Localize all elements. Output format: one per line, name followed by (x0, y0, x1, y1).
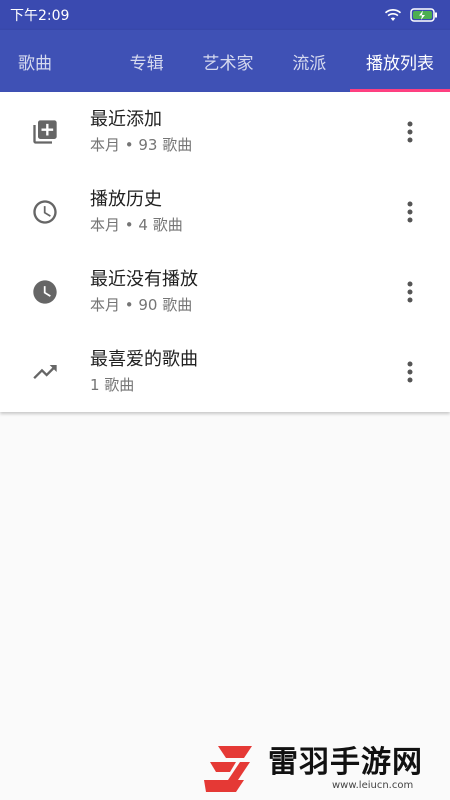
watermark-url: www.leiucn.com (332, 779, 414, 791)
list-item[interactable]: 最近没有播放 本月 • 90 歌曲 (0, 252, 450, 332)
tab-playlists[interactable]: 播放列表 (349, 30, 450, 92)
list-item[interactable]: 播放历史 本月 • 4 歌曲 (0, 172, 450, 252)
tab-genres[interactable]: 流派 (269, 30, 350, 92)
playlist-subtitle: 本月 • 4 歌曲 (90, 216, 183, 234)
more-vert-icon (407, 201, 413, 223)
watermark: 雷羽手游网 www.leiucn.com (200, 738, 445, 798)
battery-charging-icon (410, 8, 437, 22)
more-options-button[interactable] (370, 92, 450, 172)
playlist-title: 播放历史 (90, 189, 162, 210)
list-item[interactable]: 最喜爱的歌曲 1 歌曲 (0, 332, 450, 412)
playlist-subtitle: 1 歌曲 (90, 376, 135, 394)
more-vert-icon (407, 361, 413, 383)
list-item[interactable]: 最近添加 本月 • 93 歌曲 (0, 92, 450, 172)
watermark-logo (204, 746, 252, 792)
more-options-button[interactable] (370, 252, 450, 332)
status-time: 下午2:09 (10, 8, 70, 24)
tab-songs[interactable]: 歌曲 (0, 30, 106, 92)
more-vert-icon (407, 281, 413, 303)
watermark-name: 雷羽手游网 (268, 744, 423, 780)
playlist-add-icon (33, 120, 57, 144)
playlist-list: 最近添加 本月 • 93 歌曲 播放历史 本月 • 4 歌曲 最近没有播放 本月… (0, 92, 450, 412)
more-options-button[interactable] (370, 332, 450, 412)
status-bar: 下午2:09 (0, 0, 450, 30)
playlist-title: 最喜爱的歌曲 (90, 349, 198, 370)
playlist-subtitle: 本月 • 93 歌曲 (90, 136, 193, 154)
tab-albums[interactable]: 专辑 (106, 30, 187, 92)
more-options-button[interactable] (370, 172, 450, 252)
clock-filled-icon (33, 280, 57, 304)
wifi-icon (384, 9, 402, 21)
tab-bar: 歌曲 专辑 艺术家 流派 播放列表 (0, 30, 450, 92)
playlist-title: 最近添加 (90, 109, 162, 130)
clock-outline-icon (33, 200, 57, 224)
playlist-title: 最近没有播放 (90, 269, 198, 290)
playlist-subtitle: 本月 • 90 歌曲 (90, 296, 193, 314)
trending-up-icon (33, 365, 57, 379)
status-icons (384, 8, 438, 22)
tab-artists[interactable]: 艺术家 (187, 30, 268, 92)
more-vert-icon (407, 121, 413, 143)
